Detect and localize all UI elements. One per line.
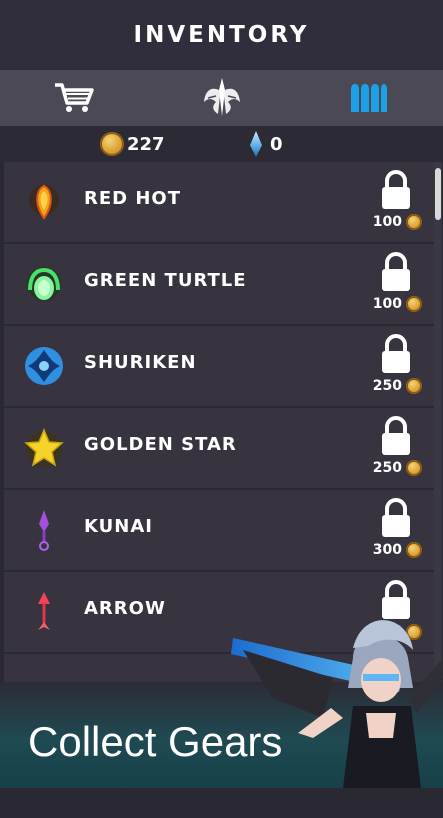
kunai-icon [39, 510, 49, 551]
tab-ammo[interactable] [295, 70, 443, 126]
list-item[interactable]: GREEN TURTLE 100 [4, 244, 434, 326]
tab-shop[interactable] [0, 70, 148, 126]
anime-character-art [231, 620, 443, 788]
shuriken-icon [25, 347, 63, 385]
arrow-icon [38, 592, 50, 630]
golden-star-icon [24, 428, 64, 467]
ammo-bullets-icon [351, 84, 388, 112]
page-title: INVENTORY [133, 22, 310, 48]
list-item[interactable]: RED HOT 100 [4, 162, 434, 244]
coin-count: 227 [127, 133, 165, 155]
item-price: 300 [373, 542, 422, 558]
header-bar: INVENTORY [0, 0, 443, 70]
coin-icon [406, 460, 422, 476]
list-item[interactable]: GOLDEN STAR 250 [4, 408, 434, 490]
price-value: 100 [372, 296, 402, 312]
coin-icon [100, 132, 124, 156]
lock-icon [382, 334, 410, 373]
banner-caption: Collect Gears [28, 718, 283, 765]
item-price: 100 [373, 214, 422, 230]
list-item[interactable]: KUNAI 300 [4, 490, 434, 572]
crystal-icon [250, 131, 262, 157]
item-name: ARROW [84, 598, 166, 619]
item-name: SHURIKEN [84, 352, 197, 373]
gem-count: 0 [270, 133, 283, 155]
price-value: 300 [372, 542, 402, 558]
price-value: 250 [372, 460, 402, 476]
coin-balance: 227 [100, 126, 165, 162]
tab-bar [0, 70, 443, 126]
tab-gear[interactable] [148, 70, 296, 126]
item-price: 250 [373, 378, 422, 394]
lock-icon [382, 252, 410, 291]
gem-balance: 0 [250, 126, 283, 162]
item-name: GREEN TURTLE [84, 270, 247, 291]
coin-icon [406, 542, 422, 558]
item-price: 100 [373, 296, 422, 312]
item-price: 250 [373, 460, 422, 476]
winged-emblem-icon [203, 78, 240, 116]
item-name: KUNAI [84, 516, 153, 537]
lock-icon [382, 498, 410, 537]
item-name: RED HOT [84, 188, 182, 209]
lock-icon [382, 170, 410, 209]
price-value: 250 [372, 378, 402, 394]
lock-icon [382, 416, 410, 455]
coin-icon [406, 296, 422, 312]
price-value: 100 [372, 214, 402, 230]
red-hot-icon [29, 184, 59, 220]
green-turtle-icon [27, 267, 61, 301]
currency-bar: 227 0 [0, 126, 443, 162]
item-name: GOLDEN STAR [84, 434, 237, 455]
list-item[interactable]: SHURIKEN 250 [4, 326, 434, 408]
coin-icon [406, 214, 422, 230]
shopping-cart-icon [54, 83, 94, 112]
coin-icon [406, 378, 422, 394]
scroll-thumb[interactable] [435, 168, 441, 220]
